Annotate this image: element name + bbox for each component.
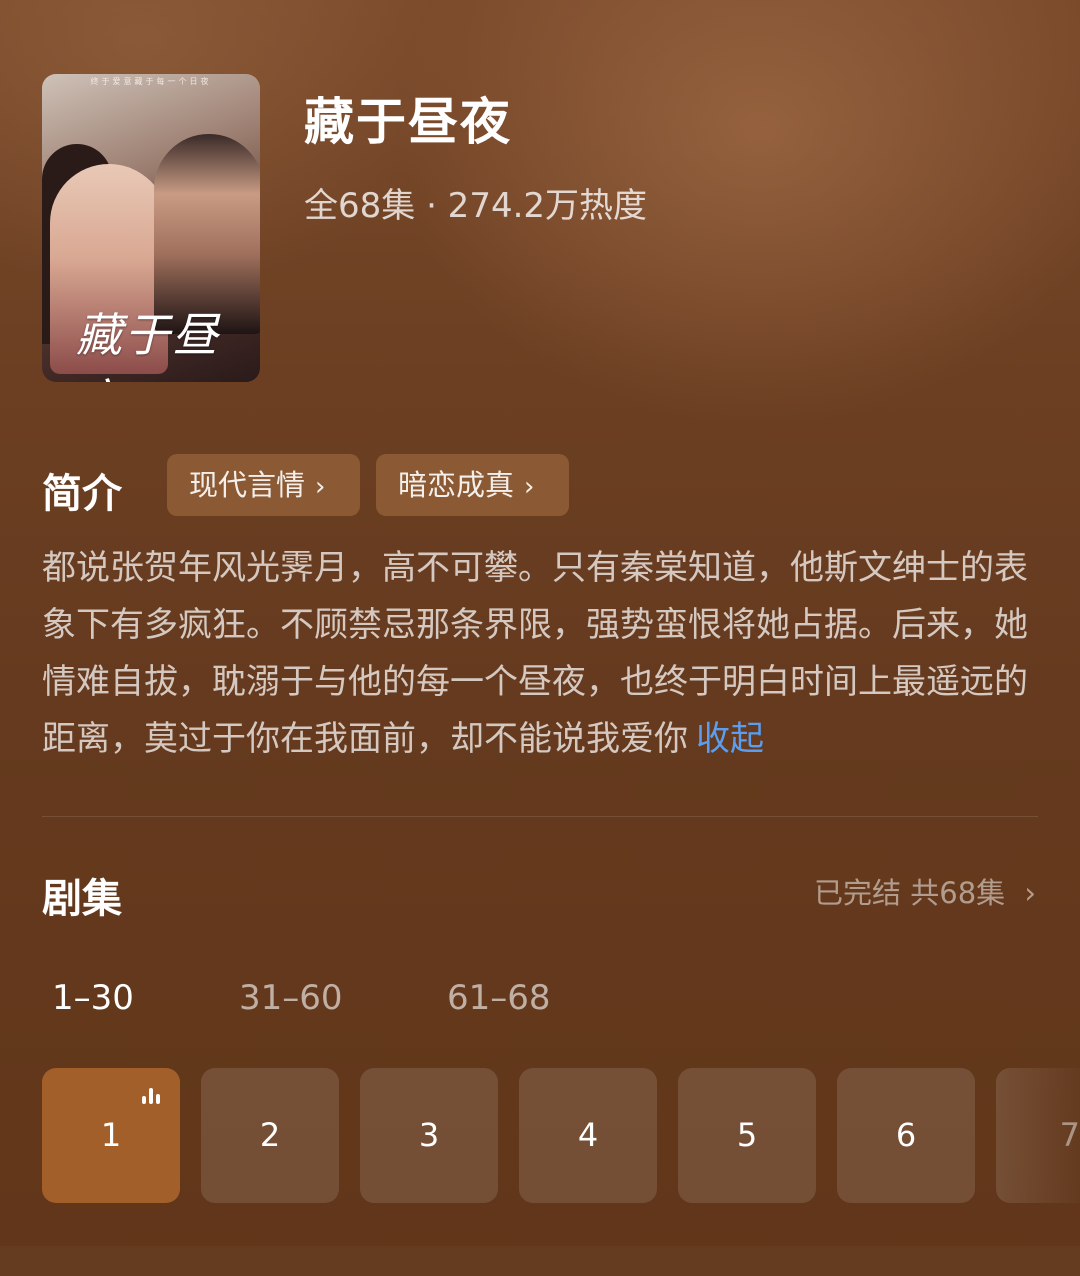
tag-modern-romance[interactable]: 现代言情 › bbox=[167, 454, 360, 516]
episode-number: 5 bbox=[736, 1116, 758, 1154]
episodes-status-link[interactable]: 已完结 共68集 › bbox=[814, 870, 1036, 912]
episode-button-3[interactable]: 3 bbox=[360, 1068, 498, 1203]
tag-label: 现代言情 bbox=[189, 468, 306, 502]
episodes-heading: 剧集 bbox=[42, 876, 122, 922]
episode-number: 6 bbox=[895, 1116, 917, 1154]
poster-tagline: 终于爱意藏于每一个日夜 bbox=[90, 77, 212, 86]
tag-secret-love[interactable]: 暗恋成真 › bbox=[376, 454, 569, 516]
episodes-status-text: 已完结 共68集 bbox=[814, 876, 1006, 910]
description-text: 都说张贺年风光霁月，高不可攀。只有秦棠知道，他斯文绅士的表象下有多疯狂。不顾禁忌… bbox=[42, 548, 1028, 759]
chevron-right-icon: › bbox=[1024, 876, 1036, 910]
episode-button-6[interactable]: 6 bbox=[837, 1068, 975, 1203]
episode-button-1[interactable]: 1 bbox=[42, 1068, 180, 1203]
poster-image[interactable]: 终于爱意藏于每一个日夜 藏于昼夜 bbox=[42, 74, 260, 382]
bottom-strip bbox=[0, 1246, 1080, 1276]
episode-number: 3 bbox=[418, 1116, 440, 1154]
episode-button-7[interactable]: 7 bbox=[996, 1068, 1080, 1203]
section-divider bbox=[42, 816, 1038, 817]
collapse-link[interactable]: 收起 bbox=[696, 719, 764, 759]
episode-number: 2 bbox=[259, 1116, 281, 1154]
tag-label: 暗恋成真 bbox=[398, 468, 515, 502]
episode-number: 7 bbox=[1059, 1116, 1080, 1154]
episode-number: 4 bbox=[577, 1116, 599, 1154]
intro-heading: 简介 bbox=[42, 471, 122, 517]
poster-title: 藏于昼夜 bbox=[76, 308, 220, 382]
episode-button-4[interactable]: 4 bbox=[519, 1068, 657, 1203]
show-meta: 全68集 · 274.2万热度 bbox=[304, 186, 648, 226]
intro-description: 都说张贺年风光霁月，高不可攀。只有秦棠知道，他斯文绅士的表象下有多疯狂。不顾禁忌… bbox=[42, 540, 1042, 768]
now-playing-icon bbox=[142, 1086, 164, 1104]
chevron-right-icon: › bbox=[524, 472, 535, 502]
range-tab-61-68[interactable]: 61–68 bbox=[447, 978, 551, 1018]
episode-button-2[interactable]: 2 bbox=[201, 1068, 339, 1203]
episode-button-5[interactable]: 5 bbox=[678, 1068, 816, 1203]
show-title: 藏于昼夜 bbox=[304, 93, 512, 151]
range-tab-31-60[interactable]: 31–60 bbox=[239, 978, 343, 1018]
episode-number: 1 bbox=[100, 1116, 122, 1154]
chevron-right-icon: › bbox=[315, 472, 326, 502]
range-tab-1-30[interactable]: 1–30 bbox=[52, 978, 134, 1018]
